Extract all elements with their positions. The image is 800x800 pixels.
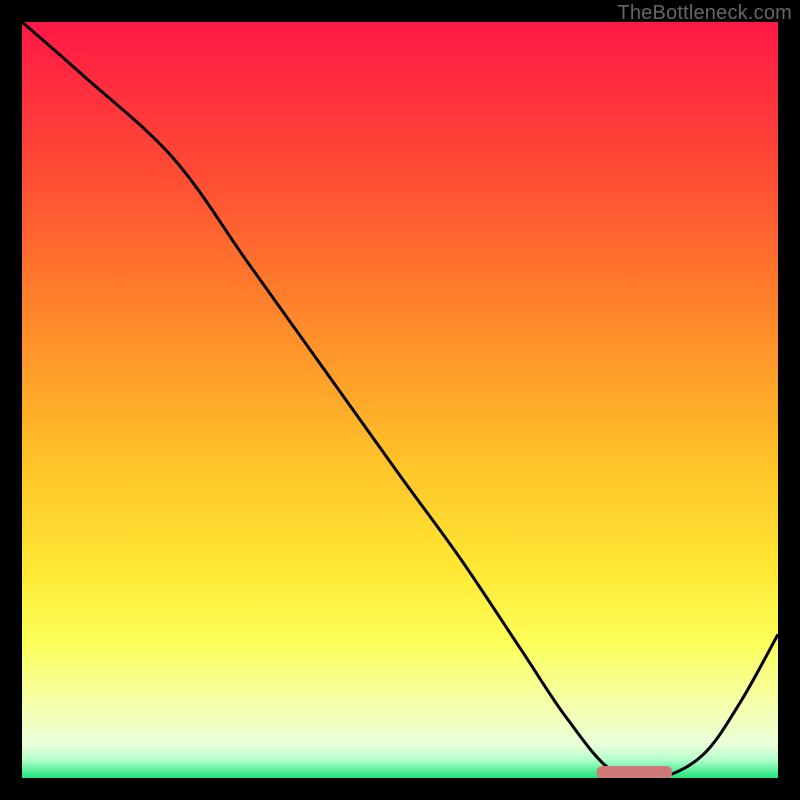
plot-area (22, 22, 778, 778)
bottleneck-chart (22, 22, 778, 778)
optimal-marker (597, 766, 673, 778)
gradient-background (22, 22, 778, 778)
chart-frame: TheBottleneck.com (0, 0, 800, 800)
